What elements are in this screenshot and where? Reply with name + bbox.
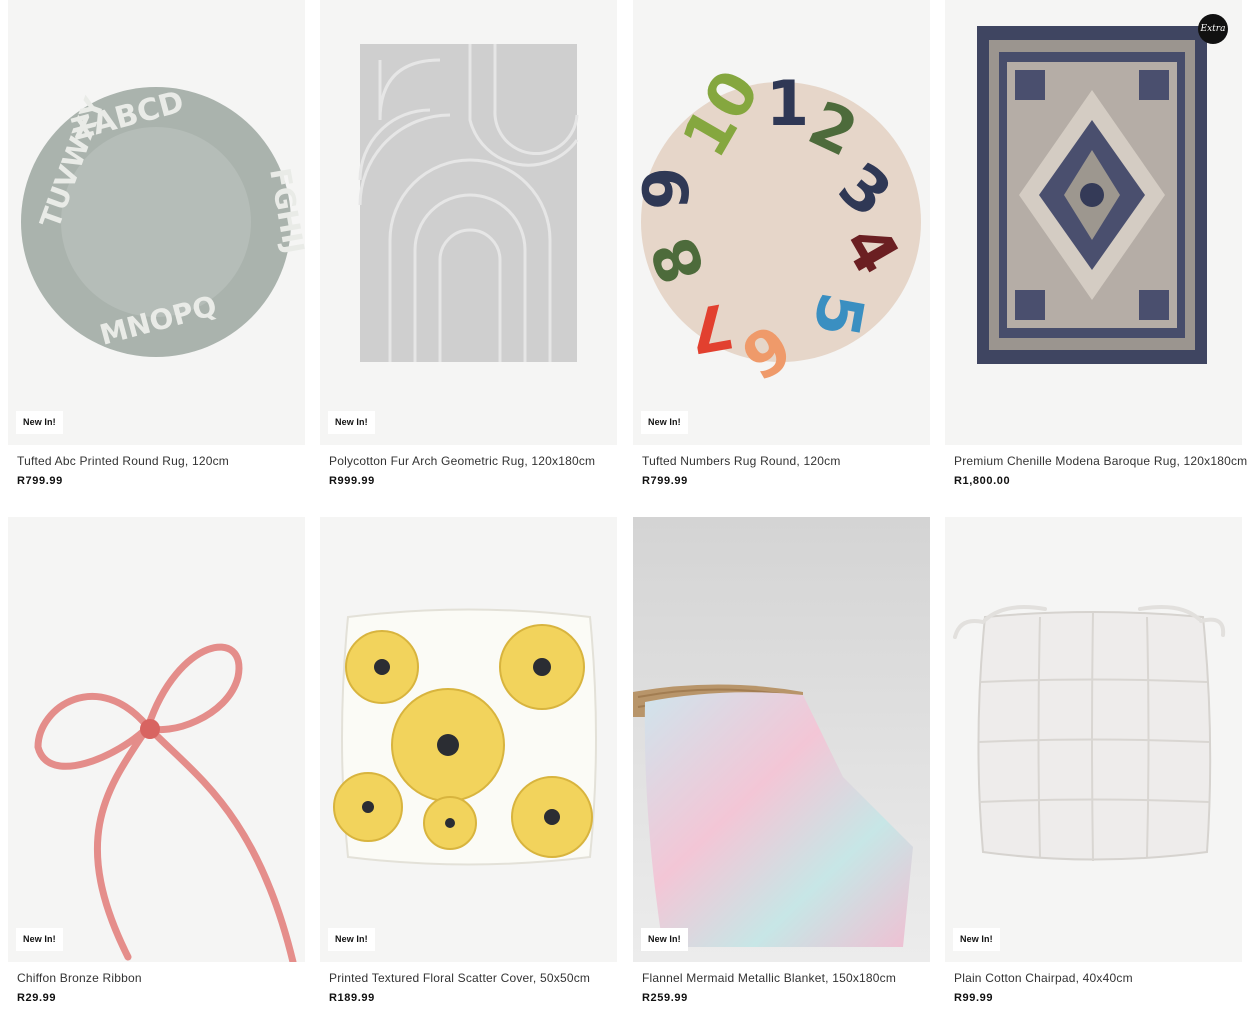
product-image[interactable]: ZABCD TUVWXY FGHIJ MNOPQ New In! bbox=[8, 0, 305, 445]
product-price: R29.99 bbox=[17, 992, 57, 1004]
product-card[interactable]: New In! Polycotton Fur Arch Geometric Ru… bbox=[320, 0, 617, 487]
product-name[interactable]: Premium Chenille Modena Baroque Rug, 120… bbox=[945, 455, 1247, 467]
product-price: R1,800.00 bbox=[954, 475, 1011, 487]
white-chairpad-icon bbox=[953, 605, 1226, 862]
pastel-blanket-icon bbox=[633, 517, 930, 962]
product-card[interactable]: New In! Chiffon Bronze Ribbon R29.99 bbox=[8, 517, 305, 1004]
product-name[interactable]: Printed Textured Floral Scatter Cover, 5… bbox=[320, 972, 617, 984]
product-card[interactable]: Extra Premium Chenille Modena Baroque Ru… bbox=[945, 0, 1247, 487]
product-name[interactable]: Plain Cotton Chairpad, 40x40cm bbox=[945, 972, 1242, 984]
product-image[interactable]: Extra bbox=[945, 0, 1242, 445]
new-in-badge: New In! bbox=[953, 928, 1000, 951]
product-card[interactable]: New In! Printed Textured Floral Scatter … bbox=[320, 517, 617, 1004]
product-price: R259.99 bbox=[642, 992, 688, 1004]
svg-text:9: 9 bbox=[633, 167, 703, 210]
grey-arch-rug-icon bbox=[358, 44, 579, 362]
product-image[interactable]: New In! bbox=[945, 517, 1242, 962]
product-price: R799.99 bbox=[17, 475, 63, 487]
product-name[interactable]: Chiffon Bronze Ribbon bbox=[8, 972, 305, 984]
product-image[interactable]: New In! bbox=[320, 517, 617, 962]
product-image[interactable]: New In! bbox=[320, 0, 617, 445]
new-in-badge: New In! bbox=[328, 928, 375, 951]
product-grid: ZABCD TUVWXY FGHIJ MNOPQ New In! Tufted … bbox=[0, 0, 1250, 1034]
product-price: R799.99 bbox=[642, 475, 688, 487]
product-price: R99.99 bbox=[954, 992, 994, 1004]
new-in-badge: New In! bbox=[641, 928, 688, 951]
round-alphabet-rug-icon: ZABCD TUVWXY FGHIJ MNOPQ bbox=[21, 84, 305, 357]
svg-text:1: 1 bbox=[766, 67, 809, 140]
product-card[interactable]: ZABCD TUVWXY FGHIJ MNOPQ New In! Tufted … bbox=[8, 0, 305, 487]
new-in-badge: New In! bbox=[328, 411, 375, 434]
product-price: R189.99 bbox=[329, 992, 375, 1004]
product-name[interactable]: Tufted Abc Printed Round Rug, 120cm bbox=[8, 455, 305, 467]
extra-icon: Extra bbox=[1198, 14, 1228, 44]
product-name[interactable]: Tufted Numbers Rug Round, 120cm bbox=[633, 455, 930, 467]
product-card[interactable]: New In! Plain Cotton Chairpad, 40x40cm R… bbox=[945, 517, 1242, 1004]
product-image[interactable]: New In! bbox=[633, 517, 930, 962]
pink-ribbon-icon bbox=[34, 643, 297, 962]
new-in-badge: New In! bbox=[16, 411, 63, 434]
new-in-badge: New In! bbox=[16, 928, 63, 951]
product-card[interactable]: New In! Flannel Mermaid Metallic Blanket… bbox=[633, 517, 930, 1004]
baroque-rug-icon bbox=[977, 26, 1207, 364]
new-in-badge: New In! bbox=[641, 411, 688, 434]
floral-cushion-icon bbox=[333, 608, 597, 866]
product-image[interactable]: New In! bbox=[8, 517, 305, 962]
product-image[interactable]: 1 2 3 4 5 6 7 8 9 10 New In! bbox=[633, 0, 930, 445]
product-price: R999.99 bbox=[329, 475, 375, 487]
round-numbers-rug-icon: 1 2 3 4 5 6 7 8 9 10 bbox=[633, 58, 921, 394]
product-card[interactable]: 1 2 3 4 5 6 7 8 9 10 New In! Tufted Numb… bbox=[633, 0, 930, 487]
product-name[interactable]: Flannel Mermaid Metallic Blanket, 150x18… bbox=[633, 972, 930, 984]
product-name[interactable]: Polycotton Fur Arch Geometric Rug, 120x1… bbox=[320, 455, 617, 467]
